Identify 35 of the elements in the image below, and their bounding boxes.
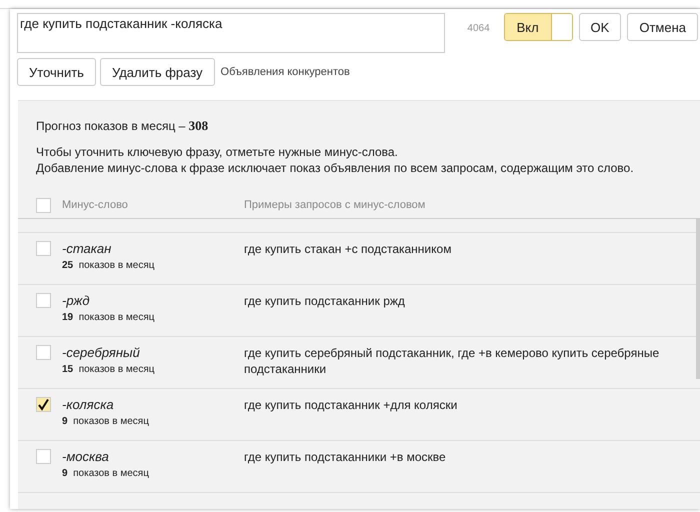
checkbox[interactable]	[36, 241, 51, 256]
forecast-text: Прогноз показов в месяц – 308	[35, 117, 210, 134]
example-query: где купить серебряный подстаканник, где +в кемерово купить серебряные подстаканники	[244, 345, 660, 378]
minus-word: -серебряный	[62, 345, 141, 360]
example-query: где купить подстаканник +для коляски	[244, 397, 458, 414]
impressions-count: 9 показов в месяц	[62, 468, 150, 479]
minus-word: -москва	[62, 449, 110, 464]
example-query: где купить подстаканник ржд	[244, 293, 406, 310]
checkbox[interactable]	[36, 345, 51, 360]
refine-button[interactable]: Уточнить	[17, 58, 96, 86]
checkbox[interactable]	[36, 397, 51, 412]
checkbox[interactable]	[36, 293, 51, 308]
minus-word: -коляска	[62, 397, 115, 412]
minus-word: -стакан	[62, 241, 112, 256]
hint-text: Добавление минус-слова к фразе исключает показ объявления по всем запросам, содержащим это слово.	[36, 160, 635, 176]
toggle-switch[interactable]: Вкл	[504, 13, 573, 41]
column-header: Примеры запросов с минус-словом	[244, 199, 426, 211]
impressions-count: 25 показов в месяц	[62, 260, 156, 271]
scrollbar[interactable]	[696, 219, 700, 379]
checkbox[interactable]	[36, 198, 51, 212]
impressions-count: 15 показов в месяц	[62, 364, 156, 375]
character-count: 4064	[467, 23, 490, 36]
hint-text: Чтобы уточнить ключевую фразу, отметьте нужные минус-слова.	[36, 144, 399, 160]
minus-word: -ржд	[62, 293, 91, 308]
cancel-button[interactable]: Отмена	[627, 13, 698, 41]
example-query: где купить стакан +с подстаканником	[244, 241, 452, 258]
delete-phrase-button[interactable]: Удалить фразу	[100, 58, 215, 86]
ok-button[interactable]: OK	[578, 13, 622, 41]
phrase-field[interactable]: где купить подстаканник -коляска	[17, 13, 446, 53]
impressions-count: 19 показов в месяц	[62, 312, 156, 323]
example-query: где купить подстаканники +в москве	[244, 449, 447, 466]
checkbox[interactable]	[36, 449, 51, 464]
competitors-link[interactable]: Объявления конкурентов	[220, 66, 350, 78]
column-header: Минус-слово	[62, 199, 129, 211]
impressions-count: 9 показов в месяц	[62, 416, 150, 427]
